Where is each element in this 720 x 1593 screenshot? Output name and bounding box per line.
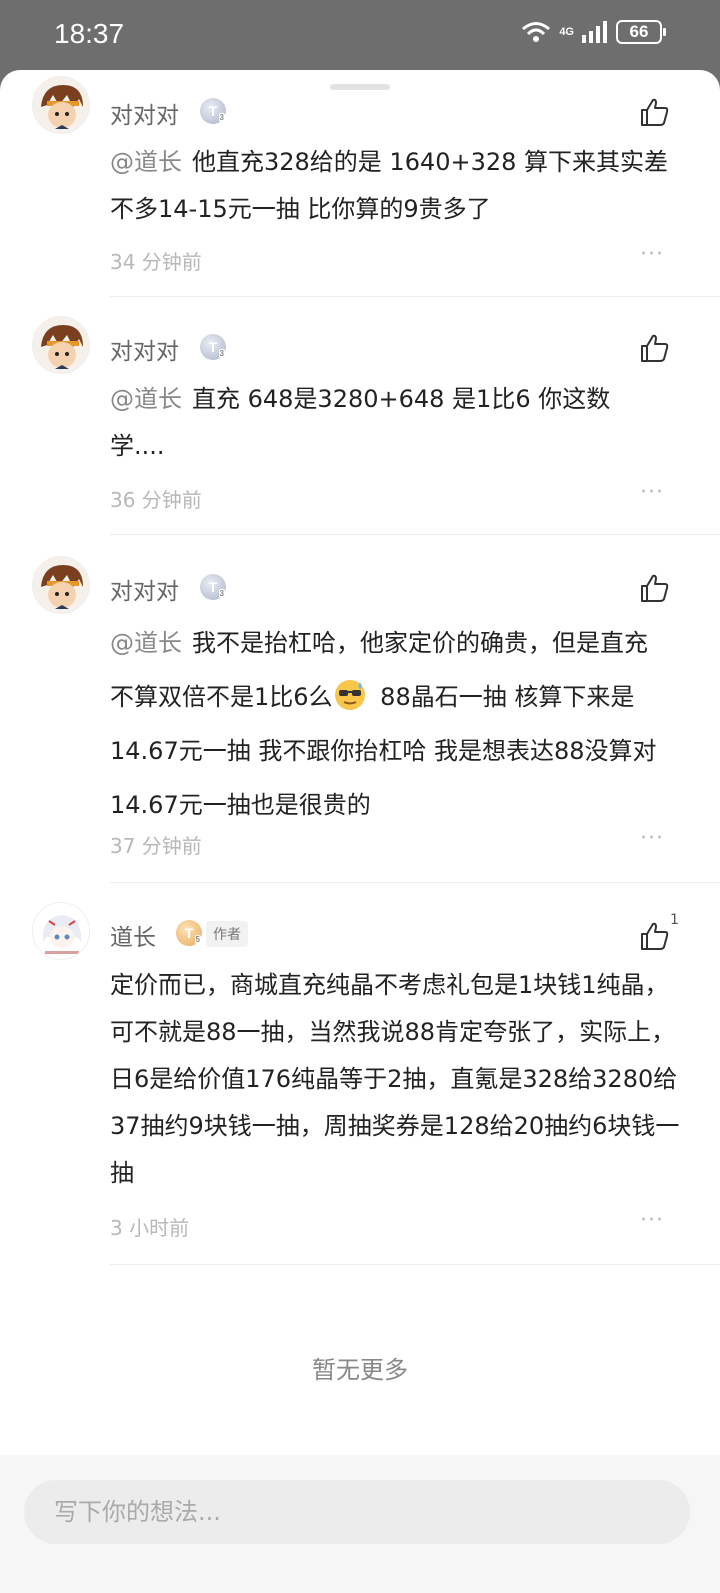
thumbs-up-icon[interactable] — [638, 332, 670, 364]
comment-text: @道长 我不是抬杠哈，他家定价的确贵，但是直充不算双倍不是1比6么 88晶石一抽 … — [110, 629, 657, 819]
mention-link[interactable]: @道长 — [110, 385, 182, 413]
username[interactable]: 对对对 — [110, 96, 179, 130]
comment-time: 37 分钟前 — [110, 834, 202, 858]
avatar[interactable] — [32, 76, 90, 134]
comments-sheet: 对对对 T3 @道长 他直充328给的是 1640+328 算下来其实差不多14-… — [0, 70, 720, 1593]
more-options-icon[interactable]: ··· — [640, 480, 664, 505]
author-tag: 作者 — [206, 921, 248, 947]
level-badge: T3 — [200, 334, 226, 360]
divider — [110, 1264, 720, 1265]
battery-icon: 66 — [616, 20, 666, 44]
divider — [110, 882, 720, 883]
avatar[interactable] — [32, 556, 90, 614]
comment-text: @道长 直充 648是3280+648 是1比6 你这数学.... — [110, 385, 611, 460]
comment-composer[interactable] — [24, 1480, 690, 1544]
avatar[interactable] — [32, 902, 90, 960]
comment-time: 34 分钟前 — [110, 250, 202, 274]
thumbs-up-icon[interactable] — [638, 920, 670, 952]
username[interactable]: 对对对 — [110, 332, 179, 366]
more-options-icon[interactable]: ··· — [640, 826, 664, 851]
divider — [110, 296, 720, 297]
sweat-smile-sunglasses-emoji — [334, 680, 365, 710]
level-badge: T3 — [200, 98, 226, 124]
comment-time: 36 分钟前 — [110, 488, 202, 512]
network-label: 4G — [559, 26, 574, 38]
comment-input[interactable] — [24, 1480, 690, 1544]
comment-text: 定价而已，商城直充纯晶不考虑礼包是1块钱1纯晶，可不就是88一抽，当然我说88肯… — [110, 971, 680, 1187]
status-bar: 18:37 4G 66 — [0, 0, 720, 70]
thumbs-up-icon[interactable] — [638, 572, 670, 604]
signal-icon — [582, 21, 607, 43]
wifi-icon — [522, 22, 551, 42]
level-badge: T5 — [176, 920, 202, 946]
drag-handle[interactable] — [330, 84, 390, 90]
thumbs-up-icon[interactable] — [638, 96, 670, 128]
divider — [110, 534, 720, 535]
mention-link[interactable]: @道长 — [110, 148, 182, 176]
username[interactable]: 对对对 — [110, 572, 179, 606]
level-badge: T3 — [200, 574, 226, 600]
avatar[interactable] — [32, 316, 90, 374]
status-icons: 4G 66 — [521, 20, 666, 44]
status-time: 18:37 — [54, 18, 125, 49]
more-options-icon[interactable]: ··· — [640, 242, 664, 267]
like-count: 1 — [670, 912, 679, 928]
no-more-label: 暂无更多 — [312, 1356, 408, 1384]
username[interactable]: 道长 — [110, 918, 156, 952]
more-options-icon[interactable]: ··· — [640, 1208, 664, 1233]
comment-time: 3 小时前 — [110, 1216, 190, 1240]
battery-level: 66 — [629, 22, 649, 41]
mention-link[interactable]: @道长 — [110, 629, 182, 657]
comment-text: @道长 他直充328给的是 1640+328 算下来其实差不多14-15元一抽 比… — [110, 148, 669, 223]
